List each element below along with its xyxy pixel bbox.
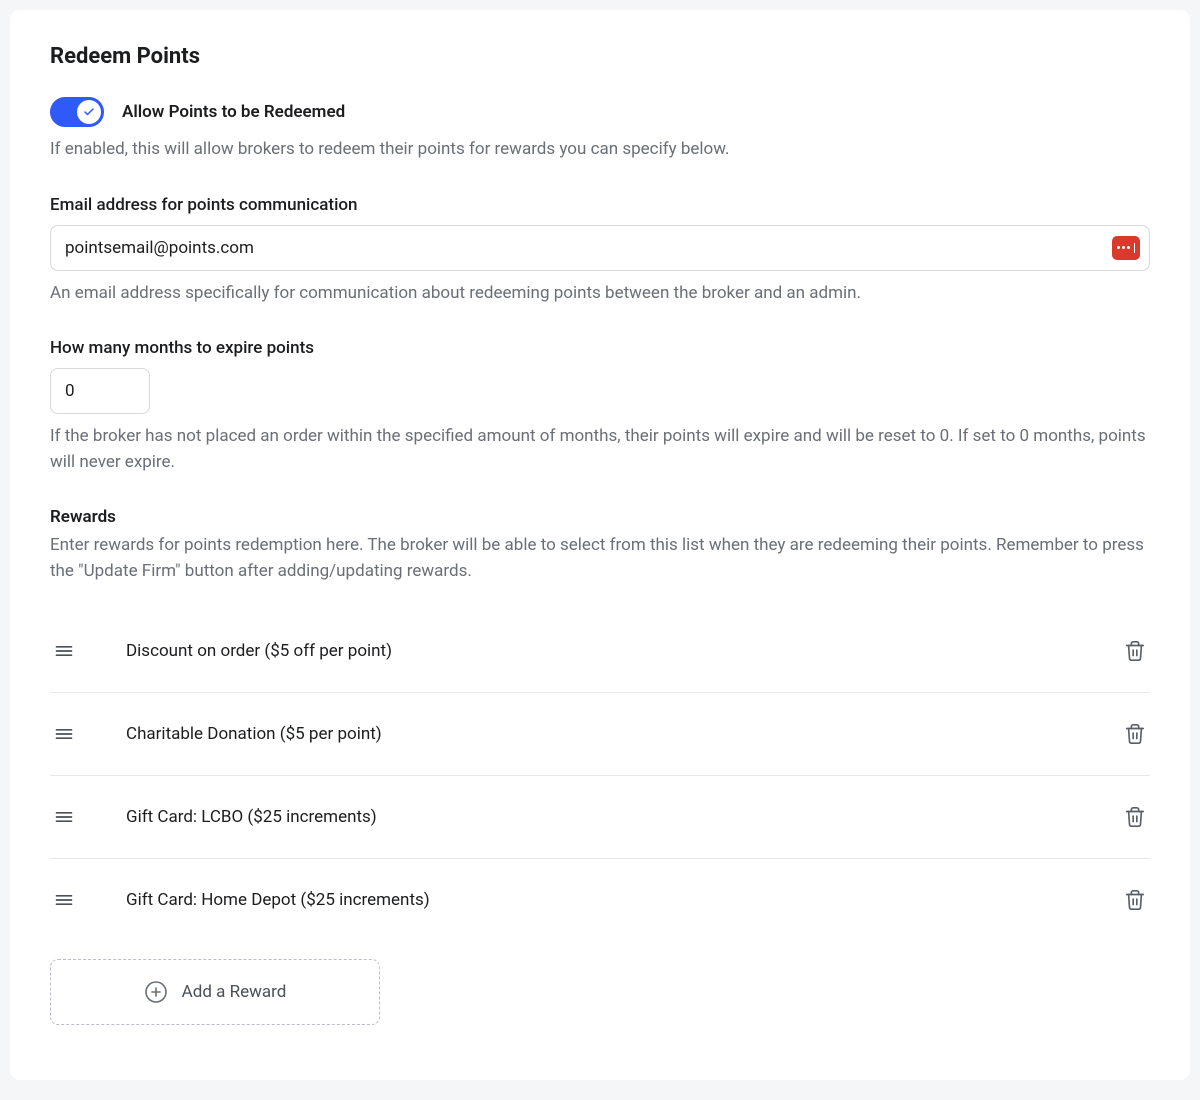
- toggle-knob: [77, 100, 101, 124]
- reward-label: Gift Card: LCBO ($25 increments): [126, 807, 1124, 827]
- reward-list: Discount on order ($5 off per point) Cha…: [50, 610, 1150, 941]
- add-reward-button[interactable]: Add a Reward: [50, 959, 380, 1025]
- redeem-points-card: Redeem Points Allow Points to be Redeeme…: [10, 10, 1190, 1080]
- reward-label: Discount on order ($5 off per point): [126, 641, 1124, 661]
- delete-reward-button[interactable]: [1124, 640, 1146, 662]
- plus-circle-icon: [144, 980, 168, 1004]
- password-manager-icon[interactable]: [1112, 236, 1140, 260]
- email-field-block: Email address for points communication A…: [50, 195, 1150, 307]
- check-icon: [83, 106, 95, 118]
- delete-reward-button[interactable]: [1124, 723, 1146, 745]
- rewards-helptext: Enter rewards for points redemption here…: [50, 533, 1150, 584]
- trash-icon: [1124, 889, 1146, 911]
- expire-months-input[interactable]: [50, 368, 150, 414]
- reward-row: Gift Card: Home Depot ($25 increments): [50, 859, 1150, 941]
- drag-handle-icon[interactable]: [54, 807, 74, 827]
- rewards-heading: Rewards: [50, 507, 1150, 527]
- allow-redeem-toggle[interactable]: [50, 97, 104, 127]
- delete-reward-button[interactable]: [1124, 889, 1146, 911]
- add-reward-label: Add a Reward: [182, 982, 287, 1002]
- expire-field-label: How many months to expire points: [50, 338, 1150, 358]
- reward-row: Charitable Donation ($5 per point): [50, 693, 1150, 776]
- reward-row: Gift Card: LCBO ($25 increments): [50, 776, 1150, 859]
- allow-redeem-row: Allow Points to be Redeemed: [50, 97, 1150, 127]
- rewards-block: Rewards Enter rewards for points redempt…: [50, 507, 1150, 1025]
- drag-handle-icon[interactable]: [54, 641, 74, 661]
- trash-icon: [1124, 640, 1146, 662]
- drag-handle-icon[interactable]: [54, 724, 74, 744]
- email-input-wrap: [50, 225, 1150, 271]
- trash-icon: [1124, 806, 1146, 828]
- trash-icon: [1124, 723, 1146, 745]
- drag-handle-icon[interactable]: [54, 890, 74, 910]
- email-field-label: Email address for points communication: [50, 195, 1150, 215]
- reward-row: Discount on order ($5 off per point): [50, 610, 1150, 693]
- page-title: Redeem Points: [50, 44, 1150, 69]
- allow-redeem-helptext: If enabled, this will allow brokers to r…: [50, 137, 1150, 163]
- expire-helptext: If the broker has not placed an order wi…: [50, 424, 1150, 475]
- delete-reward-button[interactable]: [1124, 806, 1146, 828]
- email-helptext: An email address specifically for commun…: [50, 281, 1150, 307]
- reward-label: Charitable Donation ($5 per point): [126, 724, 1124, 744]
- expire-field-block: How many months to expire points If the …: [50, 338, 1150, 475]
- email-input[interactable]: [50, 225, 1150, 271]
- allow-redeem-label: Allow Points to be Redeemed: [122, 102, 345, 122]
- reward-label: Gift Card: Home Depot ($25 increments): [126, 890, 1124, 910]
